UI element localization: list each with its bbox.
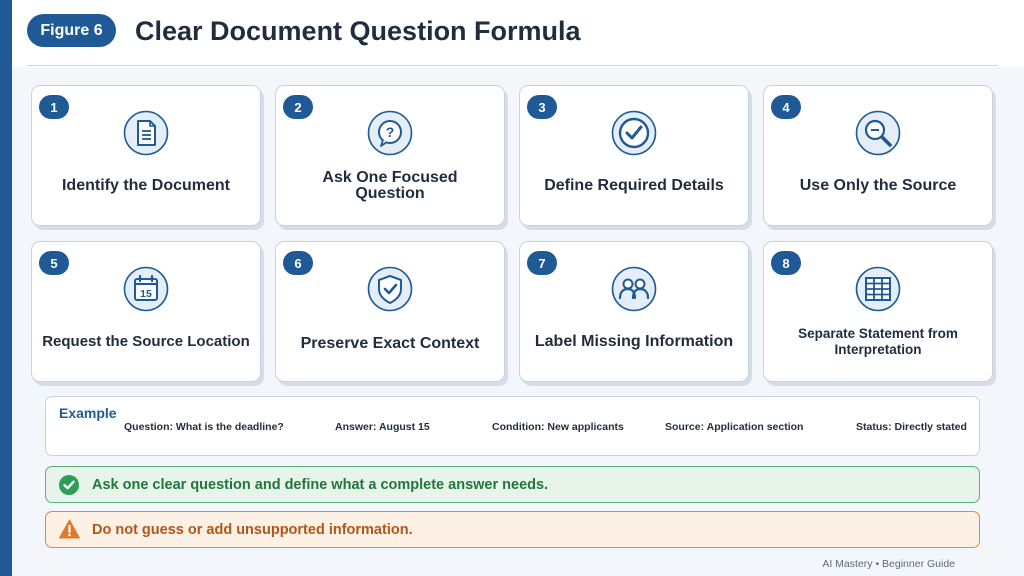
left-accent-bar (0, 0, 12, 576)
calendar-icon: 15 (123, 266, 169, 312)
footer-credit: AI Mastery • Beginner Guide (822, 558, 955, 570)
warning-triangle-icon (59, 519, 80, 539)
example-box: Example Question: What is the deadline? … (45, 396, 980, 456)
step-label: Preserve Exact Context (300, 335, 480, 352)
magnifier-icon (855, 110, 901, 156)
step-number: 3 (527, 95, 557, 119)
step-number: 4 (771, 95, 801, 119)
step-card-6: 6 Preserve Exact Context (275, 241, 505, 382)
step-label: Ask One Focused Question (322, 169, 458, 202)
step-card-8: 8 Separate Statement from Interpretation (763, 241, 993, 382)
step-label: Label Missing Information (534, 333, 734, 350)
page-title: Clear Document Question Formula (135, 16, 581, 46)
step-number: 2 (283, 95, 313, 119)
example-source: Source: Application section (665, 421, 804, 433)
step-label: Separate Statement from Interpretation (798, 326, 958, 357)
step-label: Define Required Details (544, 177, 724, 194)
warning-text: Do not guess or add unsupported informat… (92, 522, 413, 538)
step-card-1: 1 Identify the Document (31, 85, 261, 226)
tip-box: Ask one clear question and define what a… (45, 466, 980, 503)
step-label: Use Only the Source (799, 177, 957, 194)
warning-box: Do not guess or add unsupported informat… (45, 511, 980, 548)
step-label: Request the Source Location (42, 333, 250, 350)
figure-badge: Figure 6 (27, 14, 116, 47)
example-question: Question: What is the deadline? (124, 421, 284, 433)
step-number: 7 (527, 251, 557, 275)
example-status: Status: Directly stated (856, 421, 967, 433)
step-number: 1 (39, 95, 69, 119)
example-condition: Condition: New applicants (492, 421, 624, 433)
people-icon (611, 266, 657, 312)
step-number: 6 (283, 251, 313, 275)
table-grid-icon (855, 266, 901, 312)
svg-text:?: ? (386, 124, 395, 140)
step-card-4: 4 Use Only the Source (763, 85, 993, 226)
step-number: 8 (771, 251, 801, 275)
header-divider (27, 65, 998, 66)
question-bubble-icon: ? (367, 110, 413, 156)
step-label: Identify the Document (61, 177, 230, 194)
step-card-7: 7 Label Missing Information (519, 241, 749, 382)
document-icon (123, 110, 169, 156)
check-circle-icon (59, 475, 79, 495)
step-card-5: 5 15 Request the Source Location (31, 241, 261, 382)
step-number: 5 (39, 251, 69, 275)
checkmark-circle-icon (611, 110, 657, 156)
tip-text: Ask one clear question and define what a… (92, 477, 549, 493)
step-card-3: 3 Define Required Details (519, 85, 749, 226)
calendar-day-text: 15 (140, 288, 152, 300)
example-answer: Answer: August 15 (335, 421, 430, 433)
step-card-2: 2 ? Ask One Focused Question (275, 85, 505, 226)
example-title: Example (59, 405, 117, 421)
shield-check-icon (367, 266, 413, 312)
